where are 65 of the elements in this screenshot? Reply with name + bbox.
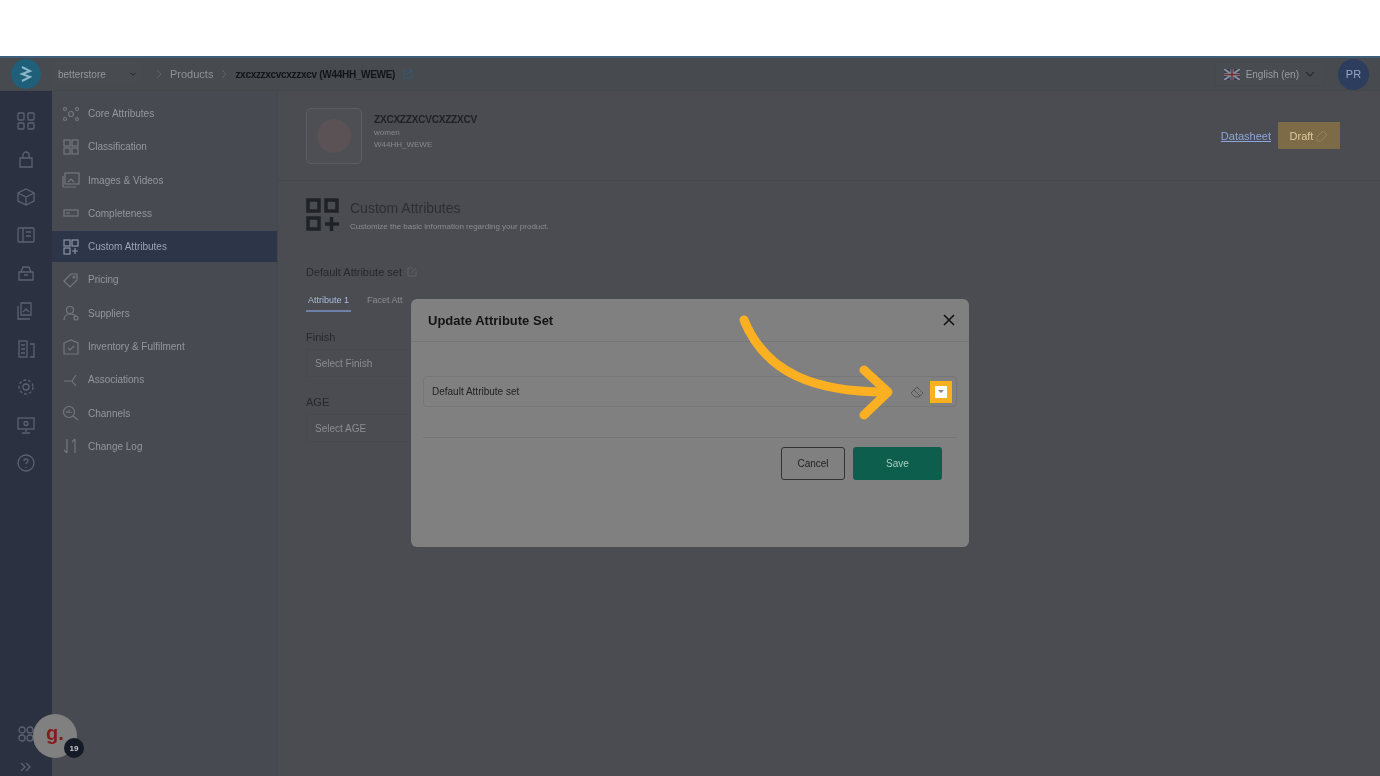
sidebar-item-label: Pricing <box>88 274 119 286</box>
sidebar-item-label: Core Attributes <box>88 108 155 119</box>
sidebar-item-label: Classification <box>88 141 147 153</box>
modal-title: Update Attribute Set <box>428 312 554 328</box>
apps-icon[interactable] <box>18 726 34 742</box>
tag-icon <box>62 272 80 288</box>
sidebar-item[interactable]: Suppliers <box>52 297 277 329</box>
doc-icon[interactable] <box>17 340 35 358</box>
caret-down-icon <box>937 389 945 394</box>
sidebar-item[interactable]: Change Log <box>52 430 277 462</box>
help-icon[interactable] <box>17 454 35 472</box>
sidebar-item-label: Completeness <box>88 207 152 219</box>
breadcrumb-item[interactable]: Products <box>170 68 214 80</box>
external-link-icon[interactable] <box>403 69 414 79</box>
tab[interactable]: Attribute 1 <box>306 295 352 312</box>
user-icon <box>62 305 80 322</box>
sidebar-item-label: Associations <box>88 374 145 386</box>
dropdown-toggle[interactable] <box>930 380 952 403</box>
sidebar-item-label: Inventory & Fulfilment <box>88 341 185 353</box>
chevron-right-icon <box>156 69 162 79</box>
sidebar-item[interactable]: Channels <box>52 397 277 429</box>
edit-icon <box>1316 129 1329 142</box>
grid-icon <box>62 138 80 155</box>
grid-plus-icon <box>306 198 340 232</box>
monitor-icon[interactable] <box>17 416 35 434</box>
tray-icon[interactable] <box>17 264 35 282</box>
cancel-button[interactable]: Cancel <box>781 447 845 480</box>
image-icon <box>62 172 80 189</box>
close-icon[interactable] <box>943 314 955 326</box>
list-icon[interactable] <box>17 226 35 244</box>
draft-button[interactable]: Draft <box>1278 122 1340 149</box>
tab[interactable]: Facet Att <box>365 295 405 312</box>
sidebar-item[interactable]: Images & Videos <box>52 164 277 196</box>
sidebar-item[interactable]: Associations <box>52 364 277 396</box>
nodes-icon <box>62 105 80 122</box>
chevron-down-icon <box>129 70 136 78</box>
flag-icon <box>1223 68 1240 80</box>
chevron-down-icon <box>1305 70 1315 78</box>
gridplus-icon <box>62 238 80 255</box>
attribute-set-select[interactable]: Default Attribute set <box>423 376 957 407</box>
datasheet-link[interactable]: Datasheet <box>1220 129 1271 142</box>
shield-icon <box>62 338 80 355</box>
breadcrumb-item: zxcxzzxcvcxzzxcv (W44HH_WEWE) <box>235 68 396 80</box>
sidebar-item[interactable]: Core Attributes <box>52 98 277 129</box>
logo-icon[interactable] <box>11 59 41 89</box>
user-avatar[interactable]: PR <box>1338 58 1369 90</box>
sidebar-item[interactable]: Completeness <box>52 197 277 229</box>
grid-icon[interactable] <box>17 112 35 130</box>
sidebar-item[interactable]: Pricing <box>52 264 277 296</box>
settings-icon[interactable] <box>17 378 35 396</box>
product-sku: W44HH_WEWE <box>374 140 434 149</box>
expand-icon[interactable] <box>20 762 32 772</box>
save-button[interactable]: Save <box>853 447 942 480</box>
sidebar-item-label: Images & Videos <box>88 174 164 186</box>
sidebar-item-label: Suppliers <box>88 307 130 319</box>
search-icon <box>62 405 80 422</box>
sidebar-item-label: Custom Attributes <box>88 241 167 253</box>
sidebar-item[interactable]: Classification <box>52 131 277 163</box>
box-icon[interactable] <box>17 188 35 206</box>
sidebar-item-label: Change Log <box>88 440 143 452</box>
sidebar-item[interactable]: Inventory & Fulfilment <box>52 331 277 363</box>
sidebar-item-label: Channels <box>88 407 131 419</box>
eraser-icon[interactable] <box>910 385 924 398</box>
sidebar-item[interactable]: Custom Attributes <box>52 231 277 263</box>
chevron-right-icon <box>221 69 228 79</box>
